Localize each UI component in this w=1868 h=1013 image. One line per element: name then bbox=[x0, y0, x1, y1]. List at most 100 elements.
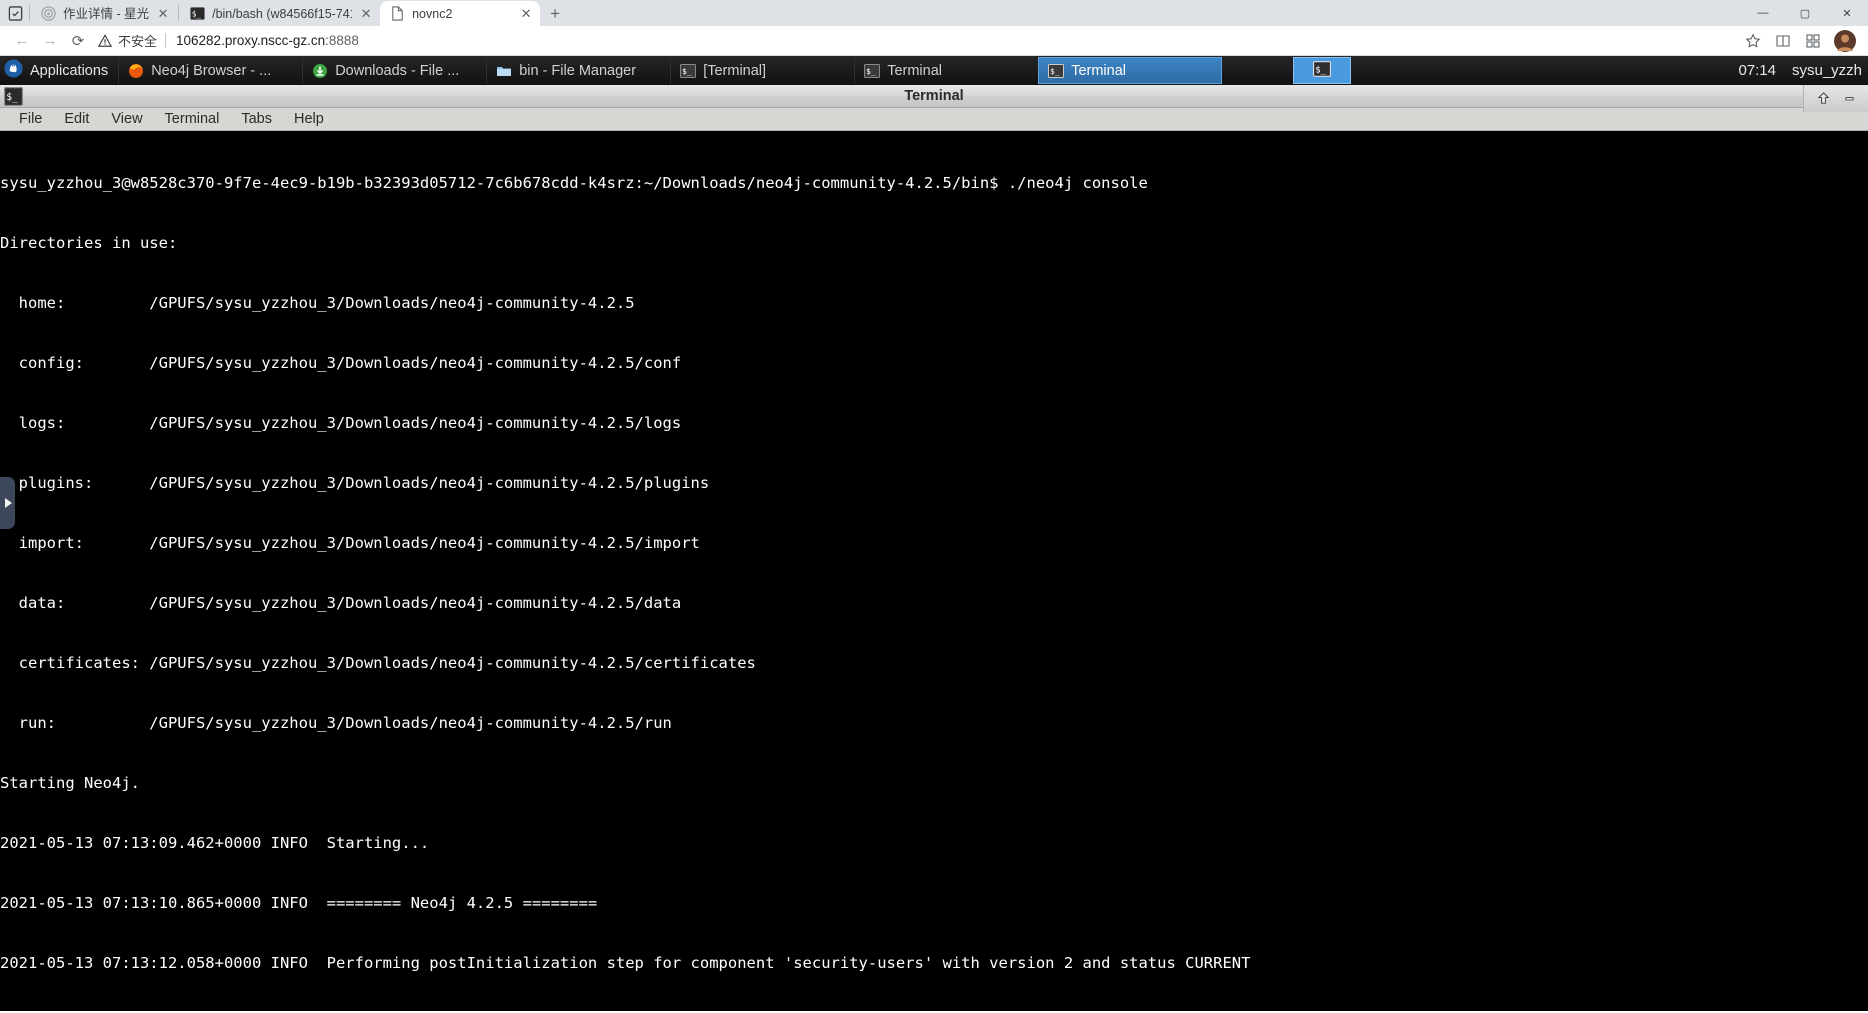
close-icon[interactable]: ✕ bbox=[518, 6, 534, 22]
terminal-titlebar[interactable]: $_ Terminal bbox=[0, 85, 1868, 112]
close-icon[interactable]: ✕ bbox=[358, 6, 374, 22]
close-icon[interactable]: ✕ bbox=[155, 6, 171, 22]
terminal-icon: $_ bbox=[863, 62, 880, 79]
svg-text:$_: $_ bbox=[191, 9, 201, 18]
page-icon bbox=[389, 6, 405, 22]
applications-menu-label: Applications bbox=[30, 62, 109, 79]
applications-menu-button[interactable]: Applications bbox=[0, 56, 118, 85]
terminal-line: run: /GPUFS/sysu_yzzhou_3/Downloads/neo4… bbox=[0, 714, 672, 732]
svg-text:$_: $_ bbox=[682, 67, 692, 76]
terminal-line: data: /GPUFS/sysu_yzzhou_3/Downloads/neo… bbox=[0, 594, 682, 612]
url-port: :8888 bbox=[325, 33, 359, 48]
back-button[interactable]: ← bbox=[8, 27, 36, 55]
task-label: Terminal bbox=[1071, 62, 1126, 79]
terminal-line: config: /GPUFS/sysu_yzzhou_3/Downloads/n… bbox=[0, 354, 682, 372]
svg-text:$_: $_ bbox=[6, 92, 18, 103]
url-host: 106282.proxy.nscc-gz.cn bbox=[176, 33, 326, 48]
terminal-output[interactable]: sysu_yzzhou_3@w8528c370-9f7e-4ec9-b19b-b… bbox=[0, 131, 1868, 1011]
task-button-neo4j-browser[interactable]: Neo4j Browser - ... bbox=[118, 57, 302, 84]
task-label: [Terminal] bbox=[703, 62, 767, 79]
svg-text:$_: $_ bbox=[1050, 67, 1060, 76]
browser-toolbar: ← → ⟳ 不安全 106282.proxy.nscc-gz.cn:8888 bbox=[0, 26, 1868, 56]
omnibox-divider bbox=[165, 33, 167, 48]
desktop-panel: Applications Neo4j Browser - ... Downloa… bbox=[0, 56, 1868, 85]
svg-text:$_: $_ bbox=[866, 67, 876, 76]
xfce-mouse-icon bbox=[4, 59, 23, 82]
menu-view[interactable]: View bbox=[100, 108, 153, 130]
browser-tab-1[interactable]: $_ /bin/bash (w84566f15-741e-4ea ✕ bbox=[180, 1, 380, 26]
task-label: bin - File Manager bbox=[519, 62, 637, 79]
terminal-line: logs: /GPUFS/sysu_yzzhou_3/Downloads/neo… bbox=[0, 414, 682, 432]
clock[interactable]: 07:14 bbox=[1738, 62, 1776, 79]
task-label: Terminal bbox=[887, 62, 942, 79]
browser-tab-2[interactable]: novnc2 ✕ bbox=[380, 1, 541, 26]
reading-list-icon[interactable] bbox=[1768, 27, 1798, 55]
forward-button[interactable]: → bbox=[36, 27, 64, 55]
task-label: Neo4j Browser - ... bbox=[151, 62, 272, 79]
novnc-control-bar-handle[interactable] bbox=[0, 477, 15, 529]
terminal-line: sysu_yzzhou_3@w8528c370-9f7e-4ec9-b19b-b… bbox=[0, 174, 1148, 192]
shade-window-button[interactable] bbox=[1810, 86, 1836, 112]
browser-app-menu-icon[interactable] bbox=[2, 0, 28, 26]
terminal-icon: $_ bbox=[189, 6, 205, 22]
security-status-label: 不安全 bbox=[118, 34, 158, 49]
terminal-line: certificates: /GPUFS/sysu_yzzhou_3/Downl… bbox=[0, 654, 756, 672]
address-bar[interactable]: 不安全 106282.proxy.nscc-gz.cn:8888 bbox=[98, 28, 1738, 54]
panel-status-area: 07:14 sysu_yzzh bbox=[1738, 62, 1868, 79]
window-close-button[interactable]: ✕ bbox=[1826, 0, 1868, 26]
vnc-viewport[interactable]: Applications Neo4j Browser - ... Downloa… bbox=[0, 56, 1868, 1011]
folder-icon bbox=[495, 62, 512, 79]
spiral-icon bbox=[40, 6, 56, 22]
terminal-line: 2021-05-13 07:13:10.865+0000 INFO ======… bbox=[0, 894, 598, 912]
firefox-icon bbox=[127, 62, 144, 79]
task-button-terminal-2[interactable]: $_ Terminal bbox=[854, 57, 1038, 84]
terminal-line: Directories in use: bbox=[0, 234, 178, 252]
terminal-line: 2021-05-13 07:13:09.462+0000 INFO Starti… bbox=[0, 834, 430, 852]
not-secure-warning-icon bbox=[98, 33, 112, 48]
browser-tabstrip: 作业详情 - 星光 ✕ $_ /bin/bash (w84566f15-741e… bbox=[0, 0, 1868, 26]
window-minimize-button[interactable]: — bbox=[1742, 0, 1784, 26]
task-label: Downloads - File ... bbox=[335, 62, 460, 79]
svg-text:$_: $_ bbox=[1316, 65, 1327, 75]
menu-terminal[interactable]: Terminal bbox=[154, 108, 231, 130]
menu-help[interactable]: Help bbox=[283, 108, 335, 130]
toolbar-actions bbox=[1738, 27, 1860, 55]
terminal-line: 2021-05-13 07:13:12.058+0000 INFO Perfor… bbox=[0, 954, 1251, 972]
window-maximize-button[interactable]: ▢ bbox=[1784, 0, 1826, 26]
menu-edit[interactable]: Edit bbox=[53, 108, 100, 130]
tab-separator bbox=[29, 5, 30, 21]
browser-tab-title-1: /bin/bash (w84566f15-741e-4ea bbox=[212, 6, 352, 21]
username-label[interactable]: sysu_yzzh bbox=[1792, 62, 1862, 79]
expand-arrow-icon bbox=[5, 498, 12, 508]
terminal-line: import: /GPUFS/sysu_yzzhou_3/Downloads/n… bbox=[0, 534, 700, 552]
avatar[interactable] bbox=[1832, 28, 1858, 54]
extensions-icon[interactable] bbox=[1798, 27, 1828, 55]
terminal-icon: $_ bbox=[2, 85, 24, 107]
new-tab-button[interactable]: + bbox=[542, 2, 568, 26]
menu-tabs[interactable]: Tabs bbox=[230, 108, 283, 130]
browser-tab-0[interactable]: 作业详情 - 星光 ✕ bbox=[31, 1, 177, 26]
reload-button[interactable]: ⟳ bbox=[64, 27, 92, 55]
bookmark-star-icon[interactable] bbox=[1738, 27, 1768, 55]
task-button-terminal-1[interactable]: $_ [Terminal] bbox=[670, 57, 854, 84]
task-button-downloads[interactable]: Downloads - File ... bbox=[302, 57, 486, 84]
minimize-window-button[interactable] bbox=[1836, 86, 1862, 112]
browser-window-controls: — ▢ ✕ bbox=[1742, 0, 1868, 26]
terminal-icon: $_ bbox=[1047, 62, 1064, 79]
terminal-menubar: File Edit View Terminal Tabs Help bbox=[0, 108, 1868, 131]
menu-file[interactable]: File bbox=[8, 108, 53, 130]
task-button-terminal-3[interactable]: $_ Terminal bbox=[1038, 57, 1223, 84]
terminal-window-controls bbox=[1803, 85, 1868, 112]
terminal-icon: $_ bbox=[679, 62, 696, 79]
terminal-icon: $_ bbox=[1313, 60, 1332, 82]
task-button-bin-file-manager[interactable]: bin - File Manager bbox=[486, 57, 670, 84]
terminal-line: home: /GPUFS/sysu_yzzhou_3/Downloads/neo… bbox=[0, 294, 635, 312]
download-icon bbox=[311, 62, 328, 79]
show-desktop-button[interactable]: $_ bbox=[1293, 57, 1352, 84]
terminal-window: $_ Terminal File Edit View Terminal Tabs… bbox=[0, 85, 1868, 1011]
window-task-list: Neo4j Browser - ... Downloads - File ...… bbox=[118, 56, 1291, 85]
browser-tab-title-2: novnc2 bbox=[412, 6, 453, 21]
terminal-line: Starting Neo4j. bbox=[0, 774, 140, 792]
tab-separator bbox=[178, 5, 180, 21]
terminal-window-title: Terminal bbox=[904, 88, 964, 104]
